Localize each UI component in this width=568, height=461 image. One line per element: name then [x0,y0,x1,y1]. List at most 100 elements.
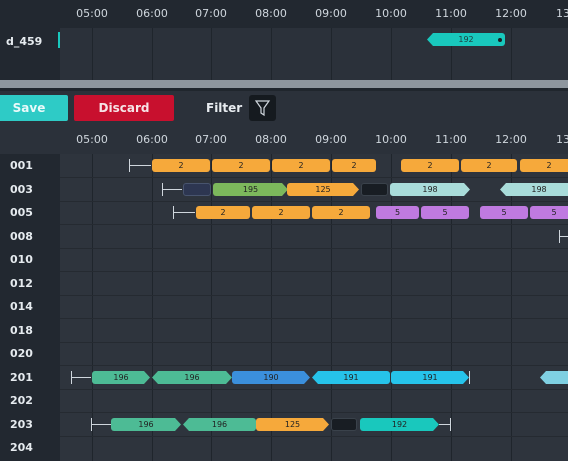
top-tick: 05:00 [76,7,108,20]
row-label[interactable]: 018 [0,324,58,337]
turnaround-bracket [173,206,195,219]
booking-label: 198 [531,185,547,194]
booking-bar[interactable]: 2 [520,159,568,172]
row-label[interactable]: 010 [0,253,58,266]
booking-bar[interactable]: 2 [272,159,330,172]
turnaround-bracket [559,230,568,243]
booking-bar[interactable]: 125 [287,183,359,196]
empty-slot[interactable] [331,418,357,431]
top-tick: 08:00 [255,7,287,20]
booking-bar[interactable]: 5 [480,206,528,219]
booking-bar[interactable]: 191 [391,371,469,384]
row-label[interactable]: 008 [0,230,58,243]
time-tick: 11:00 [435,133,467,146]
booking-bar[interactable]: 125 [256,418,329,431]
booking-bar[interactable] [540,371,568,384]
row-label[interactable]: 001 [0,159,58,172]
save-button[interactable]: Save [0,95,68,121]
booking-bar[interactable]: 2 [212,159,270,172]
booking-label: 5 [551,208,557,217]
booking-bar[interactable]: 192 [360,418,439,431]
booking-label: 5 [501,208,507,217]
discard-button[interactable]: Discard [74,95,174,121]
turnaround-bracket [71,371,91,384]
booking-label: 196 [211,420,228,429]
time-tick: 09:00 [315,133,347,146]
top-tick: 09:00 [315,7,347,20]
turnaround-bracket [162,183,182,196]
booking-label: 190 [263,373,279,382]
booking-bar[interactable]: 198 [500,183,568,196]
booking-label: 2 [338,208,344,217]
booking-bar[interactable]: 190 [232,371,310,384]
booking-label: 2 [351,161,357,170]
booking-label: 2 [278,208,284,217]
booking-bar[interactable]: 196 [152,371,232,384]
top-tick: 13 [556,7,568,20]
booking-label: 2 [220,208,226,217]
booking-bar[interactable]: 5 [421,206,469,219]
row-label[interactable]: 005 [0,206,58,219]
row-label[interactable]: 204 [0,441,58,454]
booking-bar[interactable]: 2 [332,159,376,172]
time-tick: 10:00 [375,133,407,146]
row-label[interactable]: 012 [0,277,58,290]
booking-bar[interactable]: 196 [183,418,256,431]
booking-bar[interactable]: 5 [376,206,419,219]
empty-slot[interactable] [361,183,388,196]
booking-bar[interactable]: 2 [152,159,210,172]
booking-bar[interactable]: 2 [252,206,310,219]
bar-dot-icon [498,38,502,42]
booking-bar[interactable]: 196 [92,371,150,384]
booking-bar[interactable]: 2 [401,159,459,172]
top-booking-label: 192 [458,35,474,44]
booking-label: 125 [284,420,301,429]
booking-label: 191 [343,373,359,382]
top-tick: 10:00 [375,7,407,20]
booking-label: 5 [442,208,448,217]
row-label[interactable]: 003 [0,183,58,196]
row-label[interactable]: 202 [0,394,58,407]
pane-splitter[interactable] [0,80,568,88]
booking-label: 191 [422,373,438,382]
booking-bar[interactable]: 5 [530,206,568,219]
turnaround-bracket [469,371,471,384]
turnaround-bracket [439,418,451,431]
booking-bar[interactable]: 2 [461,159,517,172]
top-tick: 06:00 [136,7,168,20]
top-time-header: 05:00 06:00 07:00 08:00 09:00 10:00 11:0… [0,0,568,28]
row-label[interactable]: 020 [0,347,58,360]
row-label[interactable]: 203 [0,418,58,431]
time-tick: 12:00 [495,133,527,146]
filter-button[interactable] [249,95,276,121]
booking-label: 2 [178,161,184,170]
filter-label: Filter [206,101,243,115]
booking-label: 196 [184,373,200,382]
row-label[interactable]: 201 [0,371,58,384]
time-tick: 07:00 [195,133,227,146]
booking-label: 2 [486,161,492,170]
booking-label: 2 [427,161,433,170]
booking-bar[interactable]: 2 [196,206,250,219]
booking-label: 192 [391,420,408,429]
top-tick: 12:00 [495,7,527,20]
booking-bar[interactable]: 191 [312,371,390,384]
booking-label: 2 [546,161,552,170]
booking-label: 196 [138,420,154,429]
booking-bar[interactable]: 198 [390,183,470,196]
time-tick: 13 [556,133,568,146]
booking-label: 196 [113,373,129,382]
booking-bar[interactable]: 195 [213,183,288,196]
top-row-label[interactable]: d_459 [6,35,42,48]
time-tick: 05:00 [76,133,108,146]
booking-label: 198 [422,185,438,194]
booking-bar[interactable]: 196 [111,418,181,431]
booking-bar[interactable]: 2 [312,206,370,219]
booking-label: 125 [315,185,331,194]
top-tick: 07:00 [195,7,227,20]
booking-label: 2 [298,161,304,170]
empty-slot[interactable] [183,183,211,196]
selection-marker [58,32,60,48]
row-label[interactable]: 014 [0,300,58,313]
top-booking-bar[interactable]: 192 [427,33,505,46]
